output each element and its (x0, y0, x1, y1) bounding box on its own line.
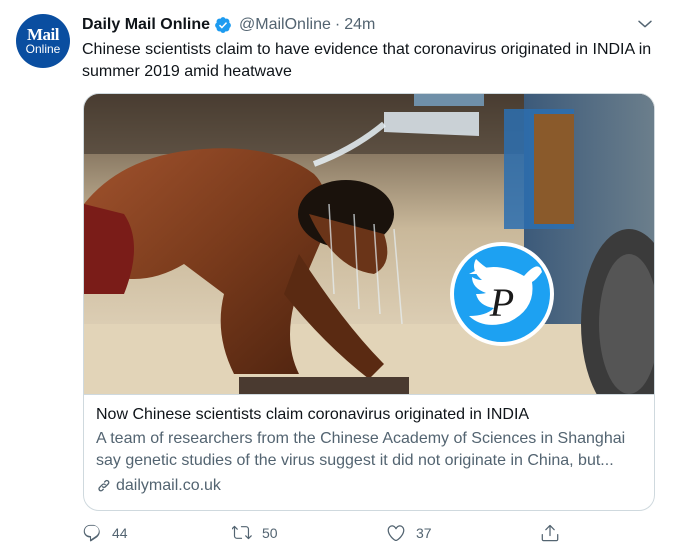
card-description: A team of researchers from the Chinese A… (96, 430, 626, 469)
watermark-letter: P (489, 280, 514, 325)
card-body[interactable]: Now Chinese scientists claim coronavirus… (84, 394, 654, 510)
avatar-line1: Mail (27, 24, 60, 44)
action-bar: 44 50 37 (82, 518, 562, 548)
avatar[interactable]: Mail Online (16, 14, 70, 68)
tweet-header: Daily Mail Online @MailOnline · 24m (82, 14, 375, 36)
author-name[interactable]: Daily Mail Online (82, 16, 210, 34)
tweet-text: Chinese scientists claim to have evidenc… (82, 41, 652, 80)
share-button[interactable] (540, 518, 560, 548)
link-icon (98, 479, 110, 492)
separator-dot: · (334, 16, 341, 33)
tweet-timestamp[interactable]: 24m (344, 16, 375, 34)
reply-count: 44 (112, 525, 128, 541)
reply-button[interactable]: 44 (82, 518, 128, 548)
more-options-chevron-down-icon[interactable] (635, 14, 655, 34)
avatar-line2: Online (25, 41, 61, 56)
share-icon (541, 524, 559, 542)
heart-icon (387, 525, 405, 542)
retweet-icon (232, 525, 252, 540)
author-handle[interactable]: @MailOnline (239, 16, 331, 34)
tweet[interactable]: Mail Online Daily Mail Online @MailOnlin… (0, 0, 675, 557)
verified-badge-icon (215, 17, 231, 33)
retweet-count: 50 (262, 525, 278, 541)
like-button[interactable]: 37 (386, 518, 432, 548)
card-domain-text: dailymail.co.uk (116, 477, 221, 494)
link-card[interactable]: P Now Chinese scientists claim coronavir… (83, 93, 655, 511)
card-title[interactable]: Now Chinese scientists claim coronavirus… (96, 405, 642, 425)
like-count: 37 (416, 525, 432, 541)
reply-icon (83, 524, 100, 542)
retweet-button[interactable]: 50 (232, 518, 278, 548)
card-domain[interactable]: dailymail.co.uk (96, 475, 642, 497)
card-image[interactable]: P (84, 94, 654, 394)
card-photo: P (84, 94, 654, 394)
